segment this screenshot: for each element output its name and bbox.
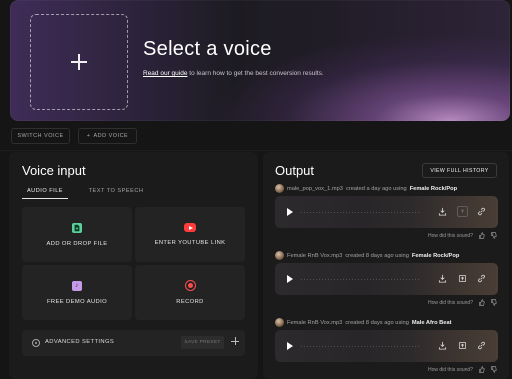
avatar xyxy=(275,318,284,327)
advanced-settings-bar[interactable]: ADVANCED SETTINGS SAVE PRESET xyxy=(22,330,245,356)
download-icon[interactable] xyxy=(437,273,448,284)
entry-meta: Female RnB Vox.mp3 created 8 days ago us… xyxy=(275,318,452,327)
toolbar-divider xyxy=(0,150,512,151)
link-icon[interactable] xyxy=(476,206,487,217)
thumbs-up-icon[interactable] xyxy=(478,366,485,373)
entry-created: created a day ago using xyxy=(345,185,407,192)
feedback-row: How did this sound? xyxy=(428,366,497,373)
add-drop-file-card[interactable]: ADD OR DROP FILE xyxy=(22,207,132,262)
avatar xyxy=(275,251,284,260)
record-card[interactable]: RECORD xyxy=(135,265,245,320)
expand-plus-icon[interactable] xyxy=(231,337,239,345)
share-icon[interactable] xyxy=(457,273,468,284)
page-title: Select a voice xyxy=(143,38,272,60)
entry-filename: Female RnB Vox.mp3 xyxy=(287,319,343,326)
settings-icon xyxy=(32,339,40,347)
thumbs-down-icon[interactable] xyxy=(490,232,497,239)
save-preset-button[interactable]: SAVE PRESET xyxy=(181,336,224,349)
entry-voice: Female Rock/Pop xyxy=(411,252,460,259)
waveform[interactable] xyxy=(301,345,421,347)
switch-voice-label: SWITCH VOICE xyxy=(17,133,64,139)
advanced-settings-label: ADVANCED SETTINGS xyxy=(45,339,115,345)
share-icon[interactable] xyxy=(457,340,468,351)
thumbs-up-icon[interactable] xyxy=(478,232,485,239)
link-icon[interactable] xyxy=(476,273,487,284)
waveform[interactable] xyxy=(301,211,421,213)
tab-audio-file[interactable]: AUDIO FILE xyxy=(22,183,68,199)
music-note-icon: ♪ xyxy=(72,280,82,291)
voice-input-title: Voice input xyxy=(22,163,86,178)
add-voice-label: ADD VOICE xyxy=(93,133,129,139)
entry-voice: Male Afro Beat xyxy=(411,319,452,326)
feedback-row: How did this sound? xyxy=(428,232,497,239)
youtube-icon xyxy=(184,223,196,232)
entry-meta: Female RnB Vox.mp3 created 8 days ago us… xyxy=(275,251,459,260)
download-icon[interactable] xyxy=(437,206,448,217)
hero-subtitle: Read our guide to learn how to get the b… xyxy=(143,69,353,79)
play-icon[interactable] xyxy=(287,275,293,283)
audio-player[interactable] xyxy=(275,330,498,362)
waveform[interactable] xyxy=(301,278,421,280)
free-demo-audio-card[interactable]: ♪ FREE DEMO AUDIO xyxy=(22,265,132,320)
thumbs-up-icon[interactable] xyxy=(478,299,485,306)
plus-icon: + xyxy=(86,133,91,139)
view-full-history-button[interactable]: VIEW FULL HISTORY xyxy=(422,163,497,178)
entry-filename: male_pop_vox_1.mp3 xyxy=(287,185,343,192)
entry-meta: male_pop_vox_1.mp3 created a day ago usi… xyxy=(275,184,457,193)
play-icon[interactable] xyxy=(287,342,293,350)
free-demo-audio-label: FREE DEMO AUDIO xyxy=(46,298,108,305)
output-title: Output xyxy=(275,163,315,178)
entry-created: created 8 days ago using xyxy=(345,252,409,259)
switch-voice-button[interactable]: SWITCH VOICE xyxy=(11,128,70,144)
youtube-link-card[interactable]: ENTER YOUTUBE LINK xyxy=(135,207,245,262)
avatar xyxy=(275,184,284,193)
plus-icon xyxy=(71,54,87,70)
record-label: RECORD xyxy=(176,299,204,305)
output-panel: Output VIEW FULL HISTORY male_pop_vox_1.… xyxy=(263,152,509,379)
thumbs-down-icon[interactable] xyxy=(490,366,497,373)
link-icon[interactable] xyxy=(476,340,487,351)
hero-banner: Select a voice Read our guide to learn h… xyxy=(10,0,510,121)
youtube-link-label: ENTER YOUTUBE LINK xyxy=(154,240,226,246)
feedback-prompt: How did this sound? xyxy=(427,366,473,373)
feedback-prompt: How did this sound? xyxy=(427,232,473,239)
entry-voice: Female Rock/Pop xyxy=(409,185,458,192)
download-icon[interactable] xyxy=(437,340,448,351)
share-disabled-icon xyxy=(457,206,468,217)
play-icon[interactable] xyxy=(287,208,293,216)
hero-subtitle-text: to learn how to get the best conversion … xyxy=(187,70,324,77)
voice-input-panel: Voice input AUDIO FILE TEXT TO SPEECH AD… xyxy=(9,152,258,379)
entry-filename: Female RnB Vox.mp3 xyxy=(287,252,343,259)
tab-text-to-speech[interactable]: TEXT TO SPEECH xyxy=(75,183,157,199)
record-icon xyxy=(184,280,196,291)
add-voice-button[interactable]: + ADD VOICE xyxy=(78,128,137,144)
feedback-row: How did this sound? xyxy=(428,299,497,306)
entry-created: created 8 days ago using xyxy=(345,319,409,326)
file-add-icon xyxy=(72,222,82,233)
audio-player[interactable] xyxy=(275,196,498,228)
input-tabs: AUDIO FILE TEXT TO SPEECH xyxy=(22,183,252,200)
voice-dropzone[interactable] xyxy=(30,14,128,110)
thumbs-down-icon[interactable] xyxy=(490,299,497,306)
add-drop-file-label: ADD OR DROP FILE xyxy=(46,240,108,247)
audio-player[interactable] xyxy=(275,263,498,295)
guide-link[interactable]: Read our guide xyxy=(143,70,187,77)
feedback-prompt: How did this sound? xyxy=(427,299,473,306)
